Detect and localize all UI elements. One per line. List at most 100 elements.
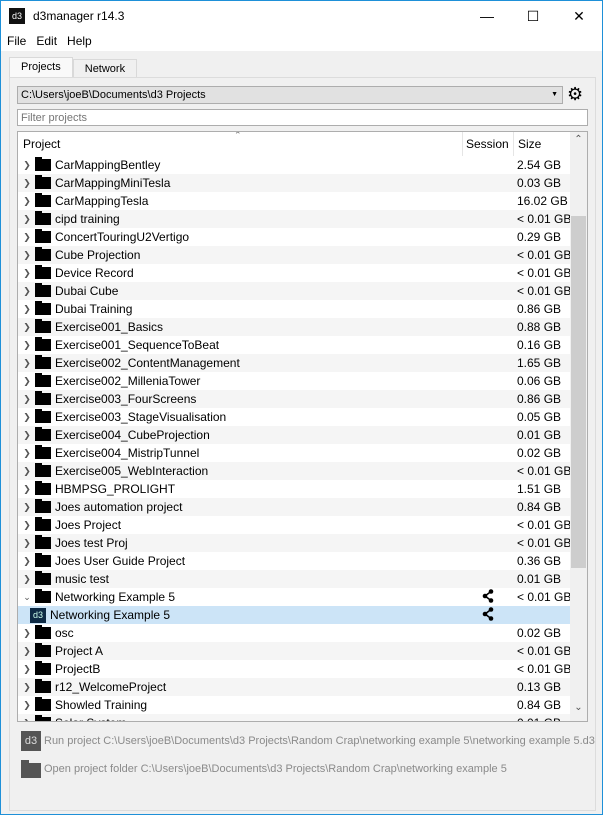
scroll-up-icon[interactable]: ⌃ [570, 134, 587, 151]
project-file-row[interactable]: d3 Networking Example 5 [18, 606, 570, 624]
chevron-right-icon[interactable]: ❯ [20, 520, 34, 531]
menu-help[interactable]: Help [61, 34, 96, 48]
project-folder-row[interactable]: ❯ Exercise005_WebInteraction < 0.01 GB [18, 462, 571, 480]
chevron-right-icon[interactable]: ❯ [20, 394, 34, 405]
project-folder-row[interactable]: ❯ cipd training < 0.01 GB [18, 210, 572, 228]
tab-network[interactable]: Network [72, 59, 138, 77]
tab-projects[interactable]: Projects [9, 57, 73, 77]
project-folder-row[interactable]: ❯ Exercise004_MistripTunnel 0.02 GB [18, 444, 570, 462]
gear-icon[interactable]: ⚙ [567, 85, 583, 103]
project-folder-row[interactable]: ❯ Showled Training 0.84 GB [18, 696, 570, 714]
project-folder-row[interactable]: ⌄ Networking Example 5 < 0.01 GB [18, 588, 571, 606]
chevron-right-icon[interactable]: ❯ [20, 538, 34, 549]
chevron-right-icon[interactable]: ❯ [20, 250, 34, 261]
project-folder-row[interactable]: ❯ ConcertTouringU2Vertigo 0.29 GB [18, 228, 570, 246]
chevron-right-icon[interactable]: ❯ [20, 286, 34, 297]
project-folder-row[interactable]: ❯ Exercise002_ContentManagement 1.65 GB [18, 354, 570, 372]
column-header-session[interactable]: Session [462, 132, 513, 156]
chevron-right-icon[interactable]: ❯ [20, 574, 34, 585]
project-folder-row[interactable]: ❯ Exercise003_StageVisualisation 0.05 GB [18, 408, 570, 426]
folder-icon [35, 499, 51, 513]
project-folder-row[interactable]: ❯ r12_WelcomeProject 0.13 GB [18, 678, 570, 696]
column-header-project[interactable]: ⌃ Project [18, 132, 462, 156]
chevron-right-icon[interactable]: ❯ [20, 340, 34, 351]
chevron-down-icon[interactable]: ⌄ [20, 592, 34, 603]
chevron-right-icon[interactable]: ❯ [20, 448, 34, 459]
project-size: 0.88 GB [517, 320, 562, 334]
project-folder-row[interactable]: ❯ osc 0.02 GB [18, 624, 570, 642]
project-folder-row[interactable]: ❯ Joes User Guide Project 0.36 GB [18, 552, 570, 570]
chevron-right-icon[interactable]: ❯ [20, 502, 34, 513]
scroll-thumb[interactable] [571, 216, 586, 568]
maximize-button[interactable]: ☐ [510, 1, 556, 31]
project-folder-row[interactable]: ❯ Joes Project < 0.01 GB [18, 516, 572, 534]
chevron-right-icon[interactable]: ❯ [20, 700, 34, 711]
project-folder-row[interactable]: ❯ Joes test Proj < 0.01 GB [18, 534, 571, 552]
column-header-size[interactable]: Size [513, 132, 570, 156]
chevron-right-icon[interactable]: ❯ [20, 232, 34, 243]
chevron-right-icon[interactable]: ❯ [20, 628, 34, 639]
scroll-down-icon[interactable]: ⌄ [570, 702, 587, 719]
chevron-right-icon[interactable]: ❯ [20, 430, 34, 441]
project-folder-row[interactable]: ❯ Solar System 0.01 GB [18, 714, 570, 722]
chevron-right-icon[interactable]: ❯ [20, 268, 34, 279]
project-name: CarMappingBentley [55, 158, 161, 172]
project-folder-row[interactable]: ❯ Dubai Training 0.86 GB [18, 300, 570, 318]
project-folder-row[interactable]: ❯ music test 0.01 GB [18, 570, 570, 588]
project-folder-row[interactable]: ❯ CarMappingBentley 2.54 GB [18, 156, 570, 174]
chevron-right-icon[interactable]: ❯ [20, 214, 34, 225]
chevron-right-icon[interactable]: ❯ [20, 358, 34, 369]
folder-icon [35, 427, 51, 441]
chevron-right-icon[interactable]: ❯ [20, 304, 34, 315]
minimize-button[interactable]: — [464, 1, 510, 31]
project-folder-row[interactable]: ❯ Exercise001_SequenceToBeat 0.16 GB [18, 336, 570, 354]
chevron-right-icon[interactable]: ❯ [20, 322, 34, 333]
project-size: < 0.01 GB [517, 518, 572, 532]
project-folder-row[interactable]: ❯ CarMappingMiniTesla 0.03 GB [18, 174, 570, 192]
menu-file[interactable]: File [1, 34, 30, 48]
run-project-label: Run project C:\Users\joeB\Documents\d3 P… [44, 735, 595, 747]
project-folder-row[interactable]: ❯ Exercise002_MilleniaTower 0.06 GB [18, 372, 570, 390]
close-button[interactable]: ✕ [556, 1, 602, 31]
project-name: Device Record [55, 266, 134, 280]
menu-edit[interactable]: Edit [30, 34, 61, 48]
chevron-right-icon[interactable]: ❯ [20, 556, 34, 567]
project-size: 0.86 GB [517, 392, 562, 406]
project-name: cipd training [55, 212, 120, 226]
project-size: < 0.01 GB [517, 212, 572, 226]
project-folder-row[interactable]: ❯ ProjectB < 0.01 GB [18, 660, 571, 678]
chevron-right-icon[interactable]: ❯ [20, 664, 34, 675]
filter-projects-input[interactable] [17, 109, 588, 126]
project-name: ProjectB [55, 662, 101, 676]
run-project-link[interactable]: d3 Run project C:\Users\joeB\Documents\d… [21, 731, 595, 751]
chevron-right-icon[interactable]: ❯ [20, 412, 34, 423]
chevron-right-icon[interactable]: ❯ [20, 682, 34, 693]
open-folder-link[interactable]: Open project folder C:\Users\joeB\Docume… [21, 760, 591, 778]
chevron-right-icon[interactable]: ❯ [20, 376, 34, 387]
title-bar: d3 d3manager r14.3 — ☐ ✕ [1, 1, 602, 31]
project-folder-row[interactable]: ❯ Dubai Cube < 0.01 GB [18, 282, 571, 300]
chevron-right-icon[interactable]: ❯ [20, 718, 34, 722]
menu-bar: File Edit Help [1, 31, 602, 51]
project-folder-row[interactable]: ❯ Cube Projection < 0.01 GB [18, 246, 571, 264]
folder-icon [35, 175, 51, 189]
project-folder-row[interactable]: ❯ Joes automation project 0.84 GB [18, 498, 570, 516]
project-folder-row[interactable]: ❯ Exercise001_Basics 0.88 GB [18, 318, 570, 336]
project-folder-row[interactable]: ❯ Exercise004_CubeProjection 0.01 GB [18, 426, 570, 444]
project-folder-row[interactable]: ❯ Device Record < 0.01 GB [18, 264, 571, 282]
chevron-right-icon[interactable]: ❯ [20, 160, 34, 171]
chevron-right-icon[interactable]: ❯ [20, 196, 34, 207]
project-size: 16.02 GB [517, 194, 568, 208]
project-path-select[interactable]: C:\Users\joeB\Documents\d3 Projects ▼ [17, 86, 563, 104]
chevron-right-icon[interactable]: ❯ [20, 484, 34, 495]
project-name: Exercise004_CubeProjection [55, 428, 210, 442]
project-folder-row[interactable]: ❯ HBMPSG_PROLIGHT 1.51 GB [18, 480, 570, 498]
project-folder-row[interactable]: ❯ Exercise003_FourScreens 0.86 GB [18, 390, 570, 408]
project-folder-row[interactable]: ❯ Project A < 0.01 GB [18, 642, 571, 660]
project-folder-row[interactable]: ❯ CarMappingTesla 16.02 GB [18, 192, 570, 210]
chevron-right-icon[interactable]: ❯ [20, 646, 34, 657]
project-name: Exercise002_ContentManagement [55, 356, 240, 370]
chevron-right-icon[interactable]: ❯ [20, 466, 34, 477]
chevron-right-icon[interactable]: ❯ [20, 178, 34, 189]
vertical-scrollbar[interactable]: ⌃ ⌄ [570, 132, 587, 721]
